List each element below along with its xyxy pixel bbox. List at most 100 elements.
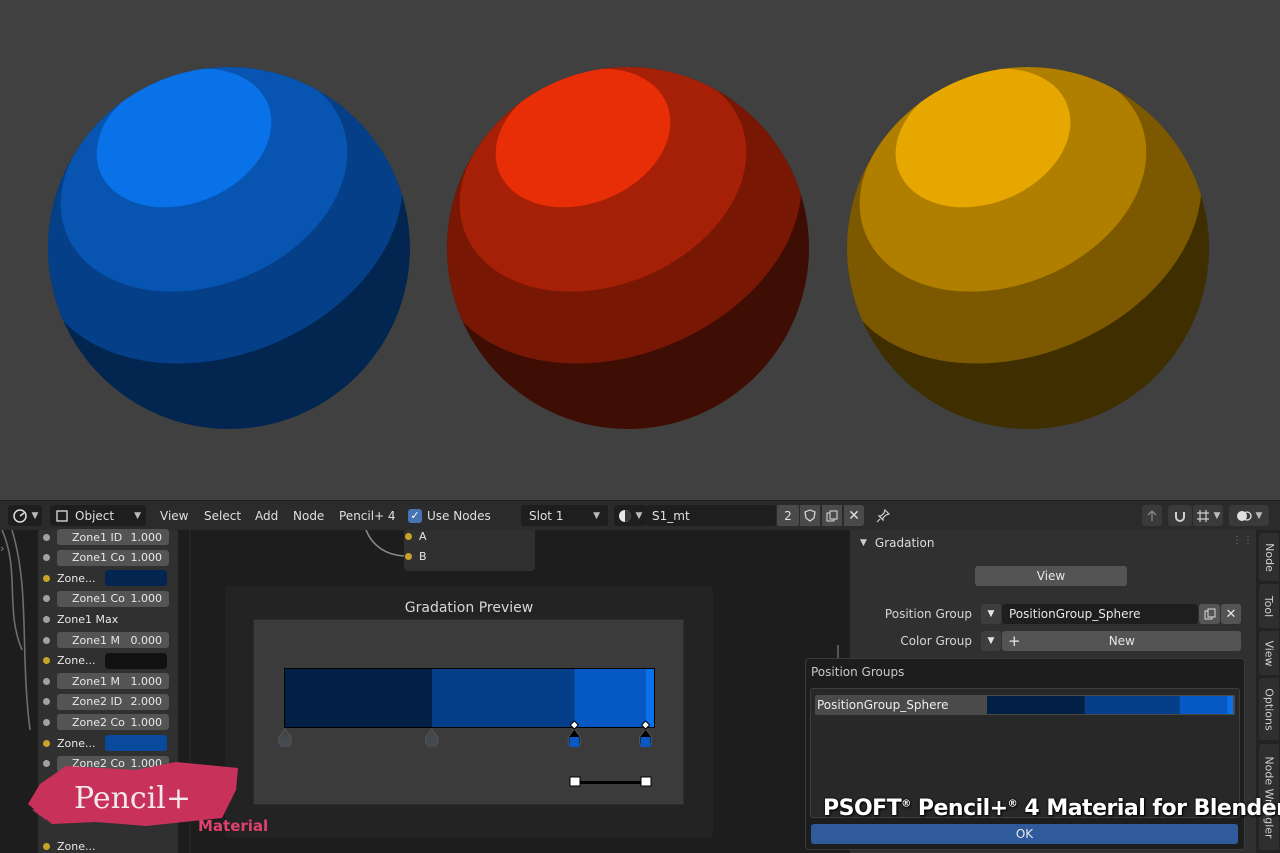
- menu-pencil-plus[interactable]: Pencil+ 4: [339, 505, 396, 526]
- color-group-browse[interactable]: ▼: [981, 631, 1001, 651]
- socket-icon[interactable]: [43, 718, 50, 726]
- node-value-field[interactable]: Zone2 Co 1.000: [57, 714, 169, 731]
- node-input-row[interactable]: Zone1 Co 1.000: [38, 589, 178, 609]
- row-label: Zone1 Max: [57, 612, 119, 626]
- material-name-field[interactable]: S1_mt: [646, 505, 776, 526]
- socket-icon[interactable]: [43, 698, 50, 706]
- node-value-field[interactable]: Zone1 M 0.000: [57, 632, 169, 648]
- input-b-label: B: [419, 549, 427, 563]
- logo-text: Pencil+: [74, 781, 191, 816]
- row-label: Zone...: [57, 839, 96, 853]
- socket-icon[interactable]: [43, 636, 50, 644]
- tab-options[interactable]: Options: [1259, 678, 1279, 740]
- list-item[interactable]: PositionGroup_Sphere: [815, 695, 1235, 715]
- input-socket-b[interactable]: B: [400, 546, 530, 566]
- node-value-field[interactable]: Zone1 ID 1.000: [57, 529, 169, 545]
- snap-toggle[interactable]: [1168, 505, 1192, 526]
- chevron-down-icon: ▼: [860, 538, 867, 548]
- gradation-preview-title: Gradation Preview: [404, 600, 534, 616]
- duplicate-material-button[interactable]: [822, 505, 842, 526]
- ramp-stop-marker: [567, 720, 581, 747]
- node-input-row[interactable]: Zone1 M 0.000: [38, 630, 178, 650]
- node-value-field[interactable]: Zone1 M 1.000: [57, 673, 169, 690]
- ramp-segment: [645, 669, 654, 727]
- socket-icon[interactable]: [43, 739, 50, 747]
- tab-node[interactable]: Node: [1259, 533, 1279, 581]
- ramp-segment: [285, 669, 432, 727]
- gradation-section-header[interactable]: ▼ Gradation: [860, 536, 934, 550]
- node-input-row[interactable]: Zone...: [38, 733, 178, 753]
- tab-view[interactable]: View: [1259, 631, 1279, 675]
- snap-mode-dropdown[interactable]: ▼: [1193, 505, 1223, 526]
- mode-dropdown[interactable]: Object ▼: [50, 505, 146, 526]
- drag-handle-icon[interactable]: ⋮⋮: [1232, 535, 1254, 546]
- socket-icon[interactable]: [43, 533, 50, 541]
- node-input-row[interactable]: Zone...: [38, 651, 178, 671]
- parent-node-tree-button[interactable]: [1142, 505, 1162, 526]
- socket-icon[interactable]: [43, 595, 50, 603]
- field-value: 2.000: [130, 695, 163, 709]
- plus-icon: +: [1008, 632, 1021, 650]
- socket-icon[interactable]: [43, 574, 50, 582]
- node-input-row[interactable]: Zone1 M 1.000: [38, 671, 178, 691]
- color-swatch[interactable]: [105, 570, 167, 587]
- collapse-arrow-icon[interactable]: ›: [0, 542, 4, 555]
- overlays-dropdown[interactable]: ▼: [1229, 505, 1269, 526]
- input-a-label: A: [419, 529, 427, 543]
- field-label: Zone2 ID: [72, 695, 123, 709]
- field-label: Zone1 M: [72, 674, 120, 688]
- menu-add[interactable]: Add: [255, 505, 278, 526]
- node-input-row[interactable]: Zone1 ID 1.000: [38, 527, 178, 547]
- material-browse-button[interactable]: ▼: [614, 505, 646, 526]
- copy-icon: [826, 510, 838, 521]
- socket-icon[interactable]: [43, 554, 50, 562]
- color-group-label: Color Group: [900, 634, 972, 648]
- logo-sub: Material: [198, 817, 268, 835]
- position-group-gradient: [987, 696, 1233, 714]
- menu-node[interactable]: Node: [293, 505, 324, 526]
- material-name: S1_mt: [652, 508, 690, 523]
- tab-options-label: Options: [1262, 687, 1276, 731]
- pencil-plus-logo: Pencil+ Material: [28, 762, 268, 835]
- popup-title: Position Groups: [811, 665, 905, 679]
- mix-node[interactable]: A B: [404, 530, 535, 571]
- unlink-position-group-button[interactable]: ✕: [1221, 604, 1241, 624]
- position-group-browse[interactable]: ▼: [981, 604, 1001, 624]
- color-label: Zone...: [57, 736, 96, 750]
- node-input-row[interactable]: Zone1 Max: [38, 609, 178, 629]
- position-group-field[interactable]: PositionGroup_Sphere: [1002, 604, 1198, 624]
- view-button[interactable]: View: [975, 566, 1127, 586]
- copy-icon: [1204, 608, 1215, 620]
- tab-tool[interactable]: Tool: [1259, 584, 1279, 628]
- color-group-new-button[interactable]: + New: [1002, 631, 1241, 651]
- socket-icon[interactable]: [43, 615, 50, 623]
- grid-snap-icon: [1196, 509, 1209, 522]
- slot-dropdown[interactable]: Slot 1 ▼: [521, 505, 608, 526]
- gradation-ramp[interactable]: [254, 620, 685, 806]
- socket-icon[interactable]: [43, 677, 50, 685]
- user-count[interactable]: 2: [777, 505, 799, 526]
- node-input-row[interactable]: Zone...: [38, 568, 178, 588]
- color-swatch[interactable]: [105, 735, 167, 751]
- node-input-row[interactable]: Zone2 ID 2.000: [38, 692, 178, 712]
- node-input-row[interactable]: Zone1 Co 1.000: [38, 548, 178, 568]
- socket-icon[interactable]: [43, 657, 50, 665]
- node-value-field[interactable]: Zone1 Co 1.000: [57, 590, 169, 607]
- duplicate-position-group-button[interactable]: [1199, 604, 1220, 624]
- watermark-rest: Material for Blender: [1046, 796, 1280, 821]
- menu-view[interactable]: View: [160, 505, 188, 526]
- pin-button[interactable]: [873, 505, 893, 526]
- ok-button[interactable]: OK: [811, 824, 1238, 844]
- node-value-field[interactable]: Zone2 ID 2.000: [57, 693, 169, 710]
- editor-type-button[interactable]: ▼: [8, 505, 42, 526]
- field-value: 1.000: [130, 715, 163, 729]
- node-input-row[interactable]: Zone2 Co 1.000: [38, 712, 178, 732]
- color-swatch[interactable]: [105, 652, 167, 669]
- use-nodes-checkbox[interactable]: ✓ Use Nodes: [408, 505, 491, 526]
- node-value-field[interactable]: Zone1 Co 1.000: [57, 549, 169, 566]
- unlink-material-button[interactable]: ✕: [844, 505, 864, 526]
- input-socket-a[interactable]: A: [400, 526, 530, 546]
- fake-user-button[interactable]: [800, 505, 820, 526]
- 3d-viewport[interactable]: [0, 0, 1280, 500]
- menu-select[interactable]: Select: [204, 505, 241, 526]
